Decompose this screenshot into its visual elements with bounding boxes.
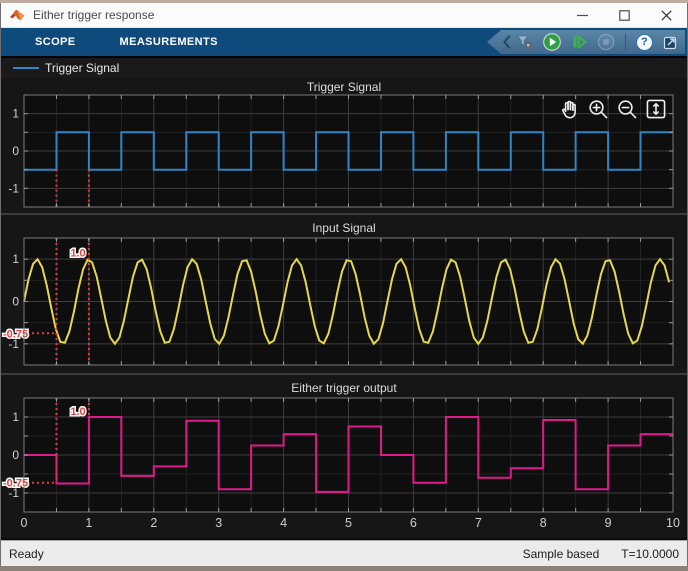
x-tick-label: 5 [345,516,352,530]
legend-line-sample [13,67,39,69]
minimize-button[interactable] [561,3,603,27]
y-tick-label: 1 [12,410,19,424]
status-ready: Ready [9,547,523,561]
y-tick-label: 1 [12,252,19,266]
ribbon: SCOPE MEASUREMENTS [1,28,687,56]
collapse-chevron-icon[interactable] [502,33,512,51]
y-tick-label: -1 [8,486,19,500]
legend-label: Trigger Signal [45,61,119,75]
y-tick-label: 0 [12,144,19,158]
zoom-in-icon[interactable] [587,98,609,120]
input-signal-chart[interactable]: 1.0-0.7510-1 [1,215,688,373]
pan-hand-icon[interactable] [558,98,580,120]
input-signal-panel: 1.0-0.7510-1 Input Signal [1,213,687,373]
run-icon [542,32,562,52]
stop-icon [596,32,616,52]
input-signal-title: Input Signal [1,221,687,235]
help-button[interactable]: ? [634,31,655,53]
either-trigger-output-panel: 1.0-0.7510-1012345678910 Either trigger … [1,373,687,538]
zoom-out-icon[interactable] [616,98,638,120]
x-tick-label: 10 [666,516,680,530]
tab-measurements[interactable]: MEASUREMENTS [106,28,232,56]
maximize-button[interactable] [603,3,645,27]
x-tick-label: 1 [85,516,92,530]
window-title: Either trigger response [33,8,561,22]
waveform-0 [24,132,673,169]
plot-toolbar [558,98,667,120]
x-tick-label: 8 [540,516,547,530]
status-time: T=10.0000 [621,547,679,561]
x-tick-label: 2 [150,516,157,530]
window-controls [561,3,687,27]
simulation-toolbar: ? [487,30,685,54]
help-icon: ? [636,34,653,51]
step-forward-button[interactable] [569,31,590,53]
stop-button [596,31,617,53]
trigger-signal-title: Trigger Signal [1,80,687,94]
y-tick-label: 0 [12,448,19,462]
x-tick-label: 9 [605,516,612,530]
scope-window: Either trigger response SCOPE MEASUREMEN… [0,3,688,566]
desktop-background: Either trigger response SCOPE MEASUREMEN… [0,0,688,571]
plot-area: 10-1 Trigger Signal [1,78,687,540]
either-trigger-output-title: Either trigger output [1,381,687,395]
fit-view-icon[interactable] [645,98,667,120]
run-button[interactable] [542,31,563,53]
status-sample-based: Sample based [523,547,600,561]
x-tick-label: 6 [410,516,417,530]
y-tick-label: 0 [12,295,19,309]
step-forward-icon [569,32,589,52]
simulation-settings-icon [515,32,535,52]
toolbar-divider [625,34,626,50]
cursor-value-label: 1.0 [70,406,85,418]
y-tick-label: -1 [8,181,19,195]
legend-bar: Trigger Signal [1,56,687,78]
tab-scope[interactable]: SCOPE [21,28,90,56]
matlab-logo-icon [9,7,26,23]
x-tick-label: 0 [21,516,28,530]
trigger-signal-panel: 1 0 -1 Trigger Signal [1,78,687,213]
y-tick-label: -1 [8,337,19,351]
cursor-value-label: 1.0 [70,247,85,259]
x-tick-label: 3 [215,516,222,530]
x-tick-label: 4 [280,516,287,530]
close-button[interactable] [645,3,687,27]
x-tick-label: 7 [475,516,482,530]
statusbar: Ready Sample based T=10.0000 [1,540,687,566]
titlebar: Either trigger response [1,3,687,28]
simulation-settings-button[interactable] [515,31,536,53]
desktop-strip-bottom [0,566,688,571]
y-tick-label: 1 [12,107,19,121]
pop-out-button[interactable] [661,31,682,53]
either-trigger-output-chart[interactable]: 1.0-0.7510-1012345678910 [1,375,688,538]
pop-out-icon [661,32,681,52]
